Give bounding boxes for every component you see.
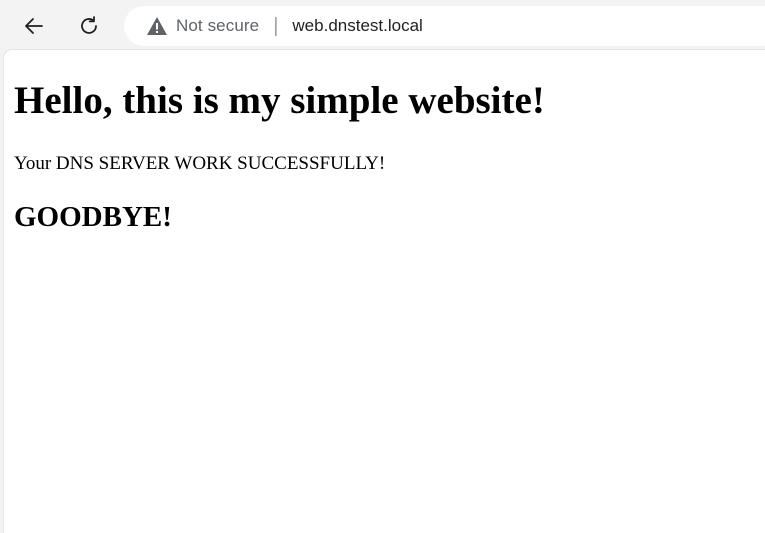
back-button[interactable] <box>16 8 52 44</box>
url-text[interactable]: web.dnstest.local <box>292 16 422 36</box>
warning-triangle-icon[interactable] <box>146 15 168 37</box>
security-status-label[interactable]: Not secure <box>176 16 259 36</box>
page-subheading: GOODBYE! <box>14 201 172 233</box>
page-paragraph: Your DNS SERVER WORK SUCCESSFULLY! <box>14 153 386 174</box>
address-divider: | <box>273 15 279 37</box>
page-viewport: Hello, this is my simple website! Your D… <box>4 50 765 533</box>
page-heading: Hello, this is my simple website! <box>14 79 545 122</box>
browser-toolbar: Not secure | web.dnstest.local <box>0 0 765 50</box>
page-content: Hello, this is my simple website! Your D… <box>4 78 765 234</box>
reload-button[interactable] <box>71 8 107 44</box>
address-bar[interactable]: Not secure | web.dnstest.local <box>124 6 765 46</box>
arrow-left-icon <box>22 14 46 38</box>
reload-icon <box>77 14 101 38</box>
browser-window: Not secure | web.dnstest.local Hello, th… <box>0 0 765 533</box>
